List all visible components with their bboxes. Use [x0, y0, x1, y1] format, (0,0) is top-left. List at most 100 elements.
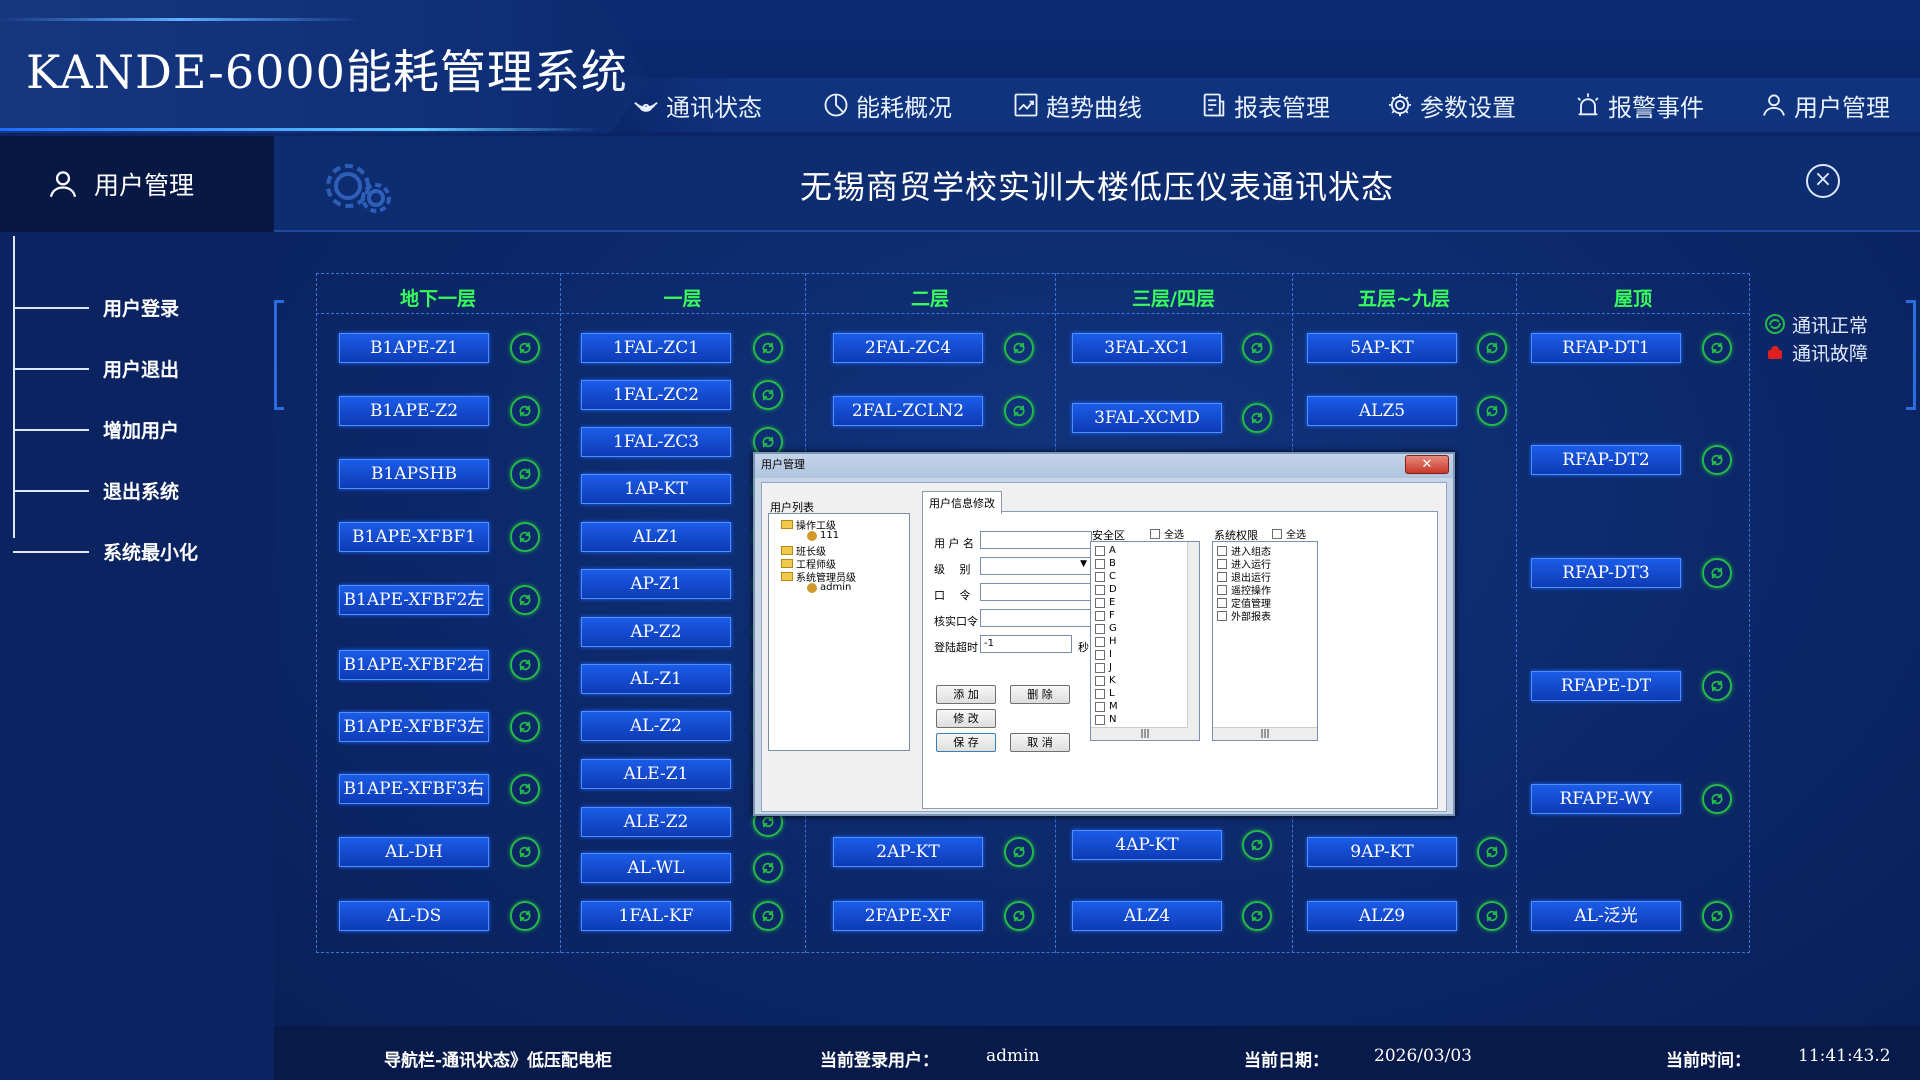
nav-tab-6[interactable]: 用户管理: [1746, 78, 1904, 132]
meter-button[interactable]: 5AP-KT: [1307, 333, 1457, 363]
meter-button[interactable]: 2FAL-ZCLN2: [833, 396, 983, 426]
security-zone-list[interactable]: A B C D E F G H I J K L M N |||: [1090, 541, 1200, 741]
meter-button[interactable]: AP-Z1: [581, 569, 731, 599]
meter-button[interactable]: B1APE-XFBF1: [339, 522, 489, 552]
checkbox-item[interactable]: B: [1095, 557, 1116, 570]
checkbox-item[interactable]: F: [1095, 609, 1115, 622]
meter-button[interactable]: B1APE-Z1: [339, 333, 489, 363]
meter-button[interactable]: ALZ4: [1072, 901, 1222, 931]
checkbox-item[interactable]: E: [1095, 596, 1115, 609]
checkbox-item[interactable]: J: [1095, 661, 1112, 674]
nav-tab-0[interactable]: 通讯状态: [618, 78, 776, 132]
meter-button[interactable]: B1APE-Z2: [339, 396, 489, 426]
nav-tab-label: 参数设置: [1420, 93, 1516, 122]
checkbox-item[interactable]: K: [1095, 674, 1116, 687]
checkbox-item[interactable]: A: [1095, 544, 1116, 557]
meter-button[interactable]: RFAP-DT2: [1531, 445, 1681, 475]
save-button[interactable]: 保 存: [936, 733, 996, 752]
meter-button[interactable]: ALE-Z1: [581, 759, 731, 789]
level-select[interactable]: ▼: [980, 557, 1092, 575]
meter-button[interactable]: 3FAL-XC1: [1072, 333, 1222, 363]
tab-user-info[interactable]: 用户信息修改: [922, 491, 1002, 514]
tree-node[interactable]: 111: [807, 530, 839, 541]
user-tree[interactable]: 操作工级 111 班长级 工程师级 系统管理员级 admin: [768, 513, 910, 751]
meter-button[interactable]: AL-WL: [581, 853, 731, 883]
add-button[interactable]: 添 加: [936, 685, 996, 704]
checkbox-item[interactable]: I: [1095, 648, 1112, 661]
dialog-close-button[interactable]: ✕: [1405, 455, 1449, 474]
meter-button[interactable]: AP-Z2: [581, 617, 731, 647]
timeout-input[interactable]: -1: [980, 635, 1072, 653]
meter-button[interactable]: B1APE-XFBF2右: [339, 650, 489, 680]
checkbox-item[interactable]: D: [1095, 583, 1117, 596]
meter-button[interactable]: ALZ1: [581, 522, 731, 552]
cancel-button[interactable]: 取 消: [1010, 733, 1070, 752]
legend-fault-label: 通讯故障: [1792, 342, 1869, 365]
checkbox-item[interactable]: C: [1095, 570, 1116, 583]
checkbox-item[interactable]: G: [1095, 622, 1117, 635]
meter-button[interactable]: ALZ5: [1307, 396, 1457, 426]
checkbox-icon: [1150, 528, 1160, 539]
meter-button[interactable]: ALZ9: [1307, 901, 1457, 931]
recycle-icon: [1013, 342, 1025, 354]
meter-button[interactable]: B1APE-XFBF3右: [339, 774, 489, 804]
checkbox-item[interactable]: H: [1095, 635, 1117, 648]
sidebar-item-2[interactable]: 增加用户: [13, 416, 179, 443]
confirm-password-input[interactable]: [980, 609, 1092, 627]
nav-tab-3[interactable]: 报表管理: [1186, 78, 1344, 132]
gear-icon: [1388, 93, 1412, 117]
checkbox-label: D: [1109, 584, 1117, 595]
meter-button[interactable]: 1FAL-ZC3: [581, 427, 731, 457]
sidebar-item-0[interactable]: 用户登录: [13, 294, 179, 321]
vertical-scrollbar[interactable]: [1187, 542, 1199, 728]
nav-tab-5[interactable]: 报警事件: [1560, 78, 1718, 132]
system-perm-list[interactable]: 进入组态 进入运行 退出运行 遥控操作 定值管理 外部报表 |||: [1212, 541, 1318, 741]
security-select-all[interactable]: 全选: [1150, 527, 1184, 541]
username-label: 用 户 名: [934, 537, 974, 550]
meter-button[interactable]: AL-DH: [339, 837, 489, 867]
tree-node[interactable]: admin: [807, 582, 851, 593]
meter-button[interactable]: RFAP-DT3: [1531, 558, 1681, 588]
meter-button[interactable]: B1APE-XFBF2左: [339, 585, 489, 615]
meter-button[interactable]: 4AP-KT: [1072, 830, 1222, 860]
meter-button[interactable]: AL-DS: [339, 901, 489, 931]
delete-button[interactable]: 删 除: [1010, 685, 1070, 704]
meter-button[interactable]: 1FAL-ZC1: [581, 333, 731, 363]
meter-button[interactable]: 2FAPE-XF: [833, 901, 983, 931]
sidebar-item-3[interactable]: 退出系统: [13, 477, 179, 504]
checkbox-item[interactable]: L: [1095, 687, 1115, 700]
meter-button[interactable]: B1APSHB: [339, 459, 489, 489]
horizontal-scrollbar[interactable]: |||: [1213, 727, 1317, 740]
meter-button[interactable]: 1AP-KT: [581, 474, 731, 504]
meter-button[interactable]: 2AP-KT: [833, 837, 983, 867]
close-button[interactable]: ×: [1806, 164, 1840, 198]
meter-button[interactable]: ALE-Z2: [581, 807, 731, 837]
nav-tab-1[interactable]: 能耗概况: [808, 78, 966, 132]
checkbox-item[interactable]: N: [1095, 713, 1116, 726]
meter-button[interactable]: 3FAL-XCMD: [1072, 403, 1222, 433]
perm-select-all[interactable]: 全选: [1272, 527, 1306, 541]
user-avatar-icon: [807, 530, 817, 541]
meter-button[interactable]: B1APE-XFBF3左: [339, 712, 489, 742]
checkbox-item[interactable]: 外部报表: [1217, 609, 1271, 623]
meter-button[interactable]: RFAPE-DT: [1531, 671, 1681, 701]
meter-button[interactable]: 9AP-KT: [1307, 837, 1457, 867]
nav-tab-4[interactable]: 参数设置: [1372, 78, 1530, 132]
sidebar-item-1[interactable]: 用户退出: [13, 355, 179, 382]
modify-button[interactable]: 修 改: [936, 709, 996, 728]
meter-button[interactable]: AL-泛光: [1531, 901, 1681, 931]
meter-button[interactable]: AL-Z1: [581, 664, 731, 694]
username-input[interactable]: [980, 531, 1092, 549]
recycle-icon: [1486, 342, 1498, 354]
meter-button[interactable]: 1FAL-KF: [581, 901, 731, 931]
meter-button[interactable]: RFAP-DT1: [1531, 333, 1681, 363]
meter-button[interactable]: AL-Z2: [581, 711, 731, 741]
horizontal-scrollbar[interactable]: |||: [1091, 727, 1199, 740]
meter-button[interactable]: RFAPE-WY: [1531, 784, 1681, 814]
meter-button[interactable]: 1FAL-ZC2: [581, 380, 731, 410]
password-input[interactable]: [980, 583, 1092, 601]
sidebar-item-4[interactable]: 系统最小化: [13, 538, 198, 565]
checkbox-item[interactable]: M: [1095, 700, 1118, 713]
nav-tab-2[interactable]: 趋势曲线: [998, 78, 1156, 132]
meter-button[interactable]: 2FAL-ZC4: [833, 333, 983, 363]
